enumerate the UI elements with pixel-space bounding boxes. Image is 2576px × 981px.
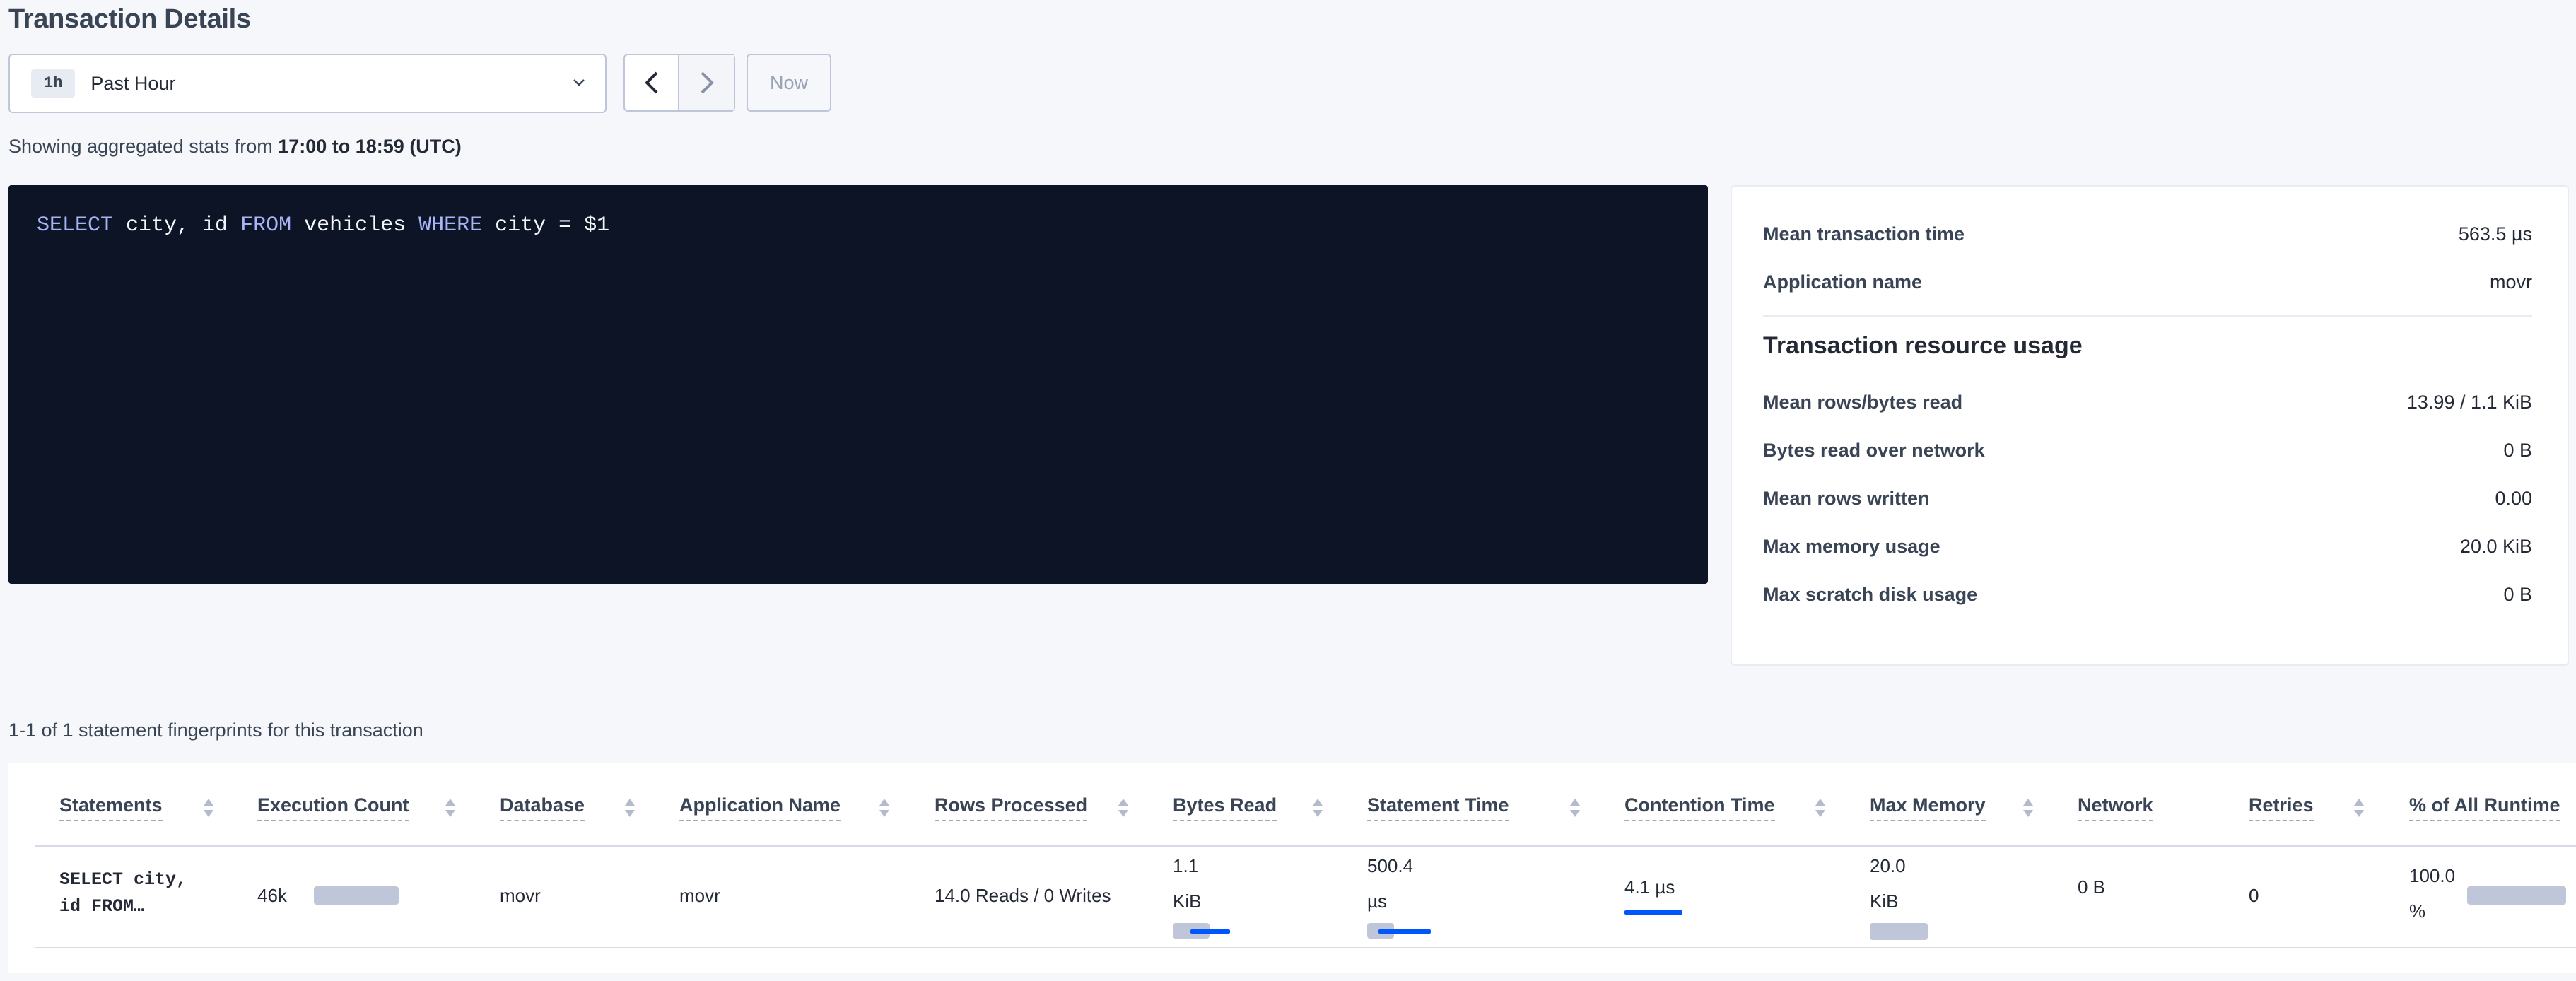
resource-label: Max scratch disk usage: [1763, 584, 1978, 605]
sort-icon[interactable]: [1569, 797, 1581, 818]
max-memory-unit: KiB: [1870, 891, 1899, 912]
resource-row: Mean rows/bytes read 13.99 / 1.1 KiB: [1763, 392, 2532, 413]
column-header-database[interactable]: Database: [500, 793, 585, 821]
stats-range-text: Showing aggregated stats from 17:00 to 1…: [8, 136, 462, 158]
resource-row: Bytes read over network 0 B: [1763, 440, 2532, 462]
column-header-network[interactable]: Network: [2078, 793, 2153, 821]
summary-value: 563.5 µs: [2458, 223, 2532, 245]
summary-value: movr: [2490, 271, 2532, 293]
resource-value: 0.00: [2495, 488, 2532, 509]
column-header-statement-time[interactable]: Statement Time: [1367, 793, 1509, 821]
resource-label: Max memory usage: [1763, 536, 1940, 557]
column-header-retries[interactable]: Retries: [2249, 793, 2314, 821]
column-header-contention-time[interactable]: Contention Time: [1624, 793, 1775, 821]
sort-icon[interactable]: [2022, 797, 2035, 818]
summary-label: Application name: [1763, 271, 1923, 293]
resource-label: Mean rows/bytes read: [1763, 392, 1963, 413]
sql-keyword: WHERE: [418, 213, 483, 237]
rows-processed-cell: 14.0 Reads / 0 Writes: [935, 885, 1111, 906]
execution-count-cell: 46k: [257, 885, 287, 906]
transaction-summary-card: Mean transaction time 563.5 µs Applicati…: [1731, 185, 2569, 666]
column-header-application-name[interactable]: Application Name: [679, 793, 841, 821]
table-header-divider: [35, 845, 2576, 847]
time-nav-group: [623, 54, 735, 112]
database-cell: movr: [500, 885, 541, 906]
now-button[interactable]: Now: [747, 54, 831, 112]
statement-cell[interactable]: SELECT city, id FROM…: [59, 867, 187, 920]
resource-label: Bytes read over network: [1763, 440, 1985, 461]
chevron-down-icon: [573, 79, 585, 86]
resource-value: 0 B: [2503, 584, 2532, 605]
network-cell: 0 B: [2078, 876, 2106, 898]
column-header-rows-processed[interactable]: Rows Processed: [935, 793, 1088, 821]
bytes-read-deviation-bar: [1190, 929, 1230, 934]
max-memory-value: 20.0: [1870, 855, 1906, 876]
runtime-bar: [2467, 886, 2566, 905]
application-name-row: Application name movr: [1763, 271, 2532, 293]
column-header-bytes-read[interactable]: Bytes Read: [1173, 793, 1277, 821]
resource-value: 20.0 KiB: [2459, 536, 2532, 557]
table-footer-divider: [35, 947, 2576, 948]
resource-value: 13.99 / 1.1 KiB: [2406, 392, 2532, 413]
sql-token: city = $1: [482, 213, 610, 237]
statement-time-value: 500.4: [1367, 855, 1414, 876]
statement-line: id FROM…: [59, 896, 145, 917]
stats-range-prefix: Showing aggregated stats from: [8, 136, 279, 157]
statement-time-deviation-bar: [1378, 929, 1431, 934]
column-header-execution-count[interactable]: Execution Count: [257, 793, 409, 821]
column-header-statements[interactable]: Statements: [59, 793, 163, 821]
resource-value: 0 B: [2503, 440, 2532, 461]
time-range-pill: 1h: [31, 69, 76, 98]
time-range-select[interactable]: 1h Past Hour: [8, 54, 607, 113]
sort-icon[interactable]: [1117, 797, 1130, 818]
sql-statement-box: SELECT city, id FROM vehicles WHERE city…: [8, 185, 1708, 584]
bytes-read-value: 1.1: [1173, 855, 1199, 876]
column-header-percent-runtime[interactable]: % of All Runtime: [2409, 793, 2560, 821]
previous-time-button[interactable]: [625, 55, 679, 110]
chevron-right-icon: [701, 71, 714, 94]
application-name-cell: movr: [679, 885, 720, 906]
time-range-label: Past Hour: [90, 72, 176, 94]
sql-token: city, id: [113, 213, 241, 237]
statement-line: SELECT city,: [59, 869, 187, 890]
sql-keyword: SELECT: [37, 213, 114, 237]
sql-statement-text: SELECT city, id FROM vehicles WHERE city…: [37, 213, 1680, 237]
sql-token: vehicles: [291, 213, 419, 237]
fingerprint-count-text: 1-1 of 1 statement fingerprints for this…: [8, 719, 423, 741]
execution-count-bar: [314, 886, 399, 905]
column-header-max-memory[interactable]: Max Memory: [1870, 793, 1986, 821]
resource-usage-title: Transaction resource usage: [1763, 332, 2083, 359]
next-time-button[interactable]: [679, 55, 734, 110]
stats-range-value: 17:00 to 18:59 (UTC): [278, 136, 462, 157]
resource-row: Max scratch disk usage 0 B: [1763, 584, 2532, 606]
contention-time-cell: 4.1 µs: [1624, 876, 1675, 898]
resource-label: Mean rows written: [1763, 488, 1930, 509]
card-divider: [1763, 315, 2532, 317]
sort-icon[interactable]: [1311, 797, 1324, 818]
sql-keyword: FROM: [240, 213, 292, 237]
resource-row: Mean rows written 0.00: [1763, 488, 2532, 510]
sort-icon[interactable]: [444, 797, 457, 818]
sort-icon[interactable]: [202, 797, 215, 818]
sort-icon[interactable]: [878, 797, 891, 818]
resource-row: Max memory usage 20.0 KiB: [1763, 536, 2532, 558]
contention-time-bar: [1624, 910, 1682, 915]
mean-transaction-time-row: Mean transaction time 563.5 µs: [1763, 223, 2532, 245]
page-title: Transaction Details: [8, 4, 251, 34]
max-memory-bar: [1870, 923, 1928, 940]
runtime-value: 100.0: [2409, 865, 2456, 886]
sort-icon[interactable]: [2353, 797, 2365, 818]
sort-icon[interactable]: [1814, 797, 1827, 818]
runtime-unit: %: [2409, 900, 2426, 922]
summary-label: Mean transaction time: [1763, 223, 1965, 245]
retries-cell: 0: [2249, 885, 2259, 906]
chevron-left-icon: [644, 71, 657, 94]
bytes-read-unit: KiB: [1173, 891, 1202, 912]
statement-time-unit: µs: [1367, 891, 1387, 912]
statements-table: Statements Execution Count Database Appl…: [8, 763, 2576, 973]
sort-icon[interactable]: [623, 797, 636, 818]
